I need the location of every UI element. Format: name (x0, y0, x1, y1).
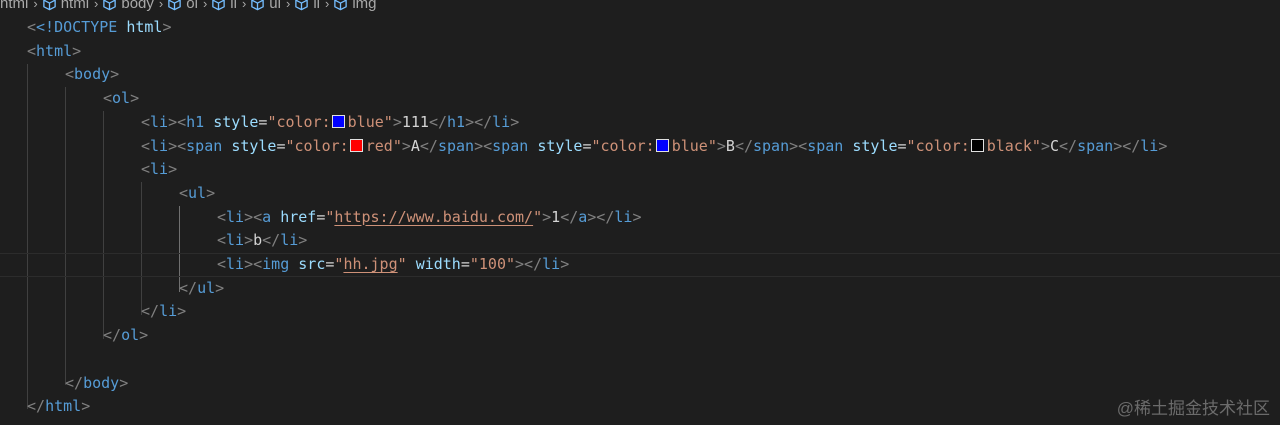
symbol-element-icon (250, 0, 265, 11)
symbol-element-icon (294, 0, 309, 11)
color-swatch-blue[interactable] (655, 138, 669, 152)
chevron-right-icon: › (202, 0, 208, 11)
breadcrumb-item-img[interactable]: img (333, 0, 377, 12)
code-line-empty[interactable] (0, 348, 1280, 372)
code-line[interactable]: <li><a href="https://www.baidu.com/">1</… (0, 206, 1280, 230)
code-line[interactable]: </body> (0, 372, 1280, 396)
symbol-element-icon (211, 0, 226, 11)
symbol-element-icon (333, 0, 348, 11)
breadcrumb-item-li[interactable]: li (211, 0, 237, 12)
breadcrumb-item-ul[interactable]: ul (250, 0, 281, 12)
breadcrumb-item-html[interactable]: html (42, 0, 89, 12)
chevron-right-icon: › (241, 0, 247, 11)
symbol-element-icon (102, 0, 117, 11)
code-line[interactable]: <ol> (0, 87, 1280, 111)
href-link[interactable]: https://www.baidu.com/ (334, 208, 533, 226)
code-line[interactable]: <html> (0, 40, 1280, 64)
code-line-current[interactable]: <li><img src="hh.jpg" width="100"></li> (0, 253, 1280, 277)
code-line[interactable]: <ul> (0, 182, 1280, 206)
breadcrumb: html › html › body › ol › li › ul › li ›… (0, 0, 377, 12)
breadcrumb-item-ol[interactable]: ol (167, 0, 198, 12)
color-swatch-blue[interactable] (331, 114, 345, 128)
code-line[interactable]: <<!DOCTYPE html> (0, 16, 1280, 40)
code-line[interactable]: </li> (0, 300, 1280, 324)
code-line[interactable]: <li><h1 style="color: blue">111</h1></li> (0, 111, 1280, 135)
color-swatch-red[interactable] (349, 138, 363, 152)
code-line[interactable]: </html> (0, 395, 1280, 419)
code-line[interactable]: </ul> (0, 277, 1280, 301)
color-swatch-black[interactable] (970, 138, 984, 152)
code-editor[interactable]: <<!DOCTYPE html> <html> <body> <ol> <li>… (0, 16, 1280, 425)
symbol-element-icon (42, 0, 57, 11)
breadcrumb-item-root[interactable]: html (0, 0, 28, 12)
chevron-right-icon: › (285, 0, 291, 11)
watermark: @稀土掘金技术社区 (1116, 399, 1270, 418)
breadcrumb-item-body[interactable]: body (102, 0, 154, 12)
chevron-right-icon: › (33, 0, 38, 11)
code-line[interactable]: <body> (0, 63, 1280, 87)
chevron-right-icon: › (94, 0, 99, 11)
breadcrumb-item-li-2[interactable]: li (294, 0, 320, 12)
src-link[interactable]: hh.jpg (343, 255, 397, 273)
code-line[interactable]: </ol> (0, 324, 1280, 348)
code-line[interactable]: <li> (0, 158, 1280, 182)
code-line[interactable]: <li>b</li> (0, 229, 1280, 253)
chevron-right-icon: › (158, 0, 164, 11)
code-line[interactable]: <li><span style="color: red">A</span><spa… (0, 135, 1280, 159)
chevron-right-icon: › (325, 0, 330, 11)
symbol-element-icon (167, 0, 182, 11)
